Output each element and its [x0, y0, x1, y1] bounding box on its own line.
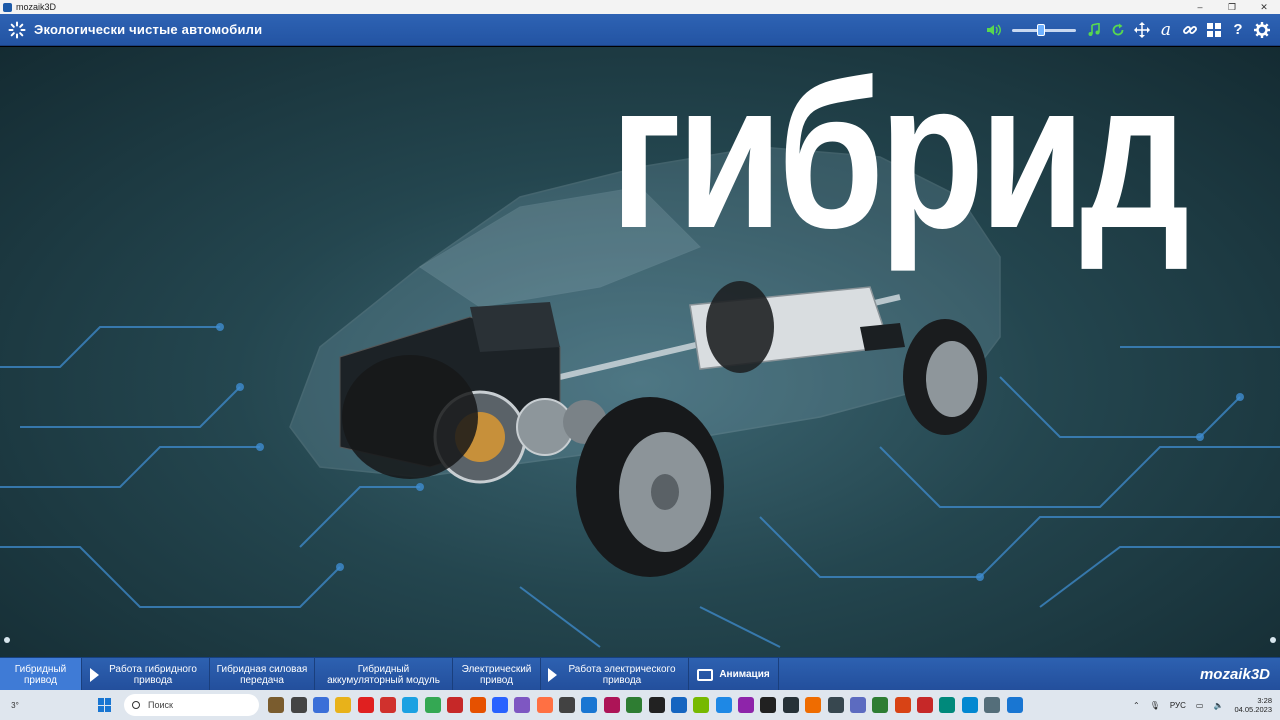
chevron-up-icon[interactable]: ⌃ [1133, 701, 1140, 710]
taskbar-app-icon[interactable] [402, 697, 419, 713]
taskbar-app-icon[interactable] [827, 697, 844, 713]
page-title: Экологически чистые автомобили [34, 22, 263, 37]
taskbar-app-icon[interactable] [603, 697, 620, 713]
windows-start-icon[interactable] [98, 698, 112, 712]
music-icon[interactable] [1082, 18, 1106, 42]
play-icon [548, 667, 557, 682]
tab-label: Гибридный привод [14, 663, 67, 686]
minimize-button[interactable]: – [1184, 0, 1216, 14]
scene-headline: гибрид [610, 47, 1190, 272]
taskbar-app-icon[interactable] [805, 697, 822, 713]
help-icon[interactable]: ? [1226, 18, 1250, 42]
taskbar-app-icon[interactable] [626, 697, 643, 713]
taskbar-app-icon[interactable] [782, 697, 799, 713]
language-indicator[interactable]: РУС [1170, 701, 1186, 710]
taskbar-app-icon[interactable] [447, 697, 464, 713]
tab-label: Гибридный аккумуляторный модуль [327, 663, 440, 686]
taskbar-app-icon[interactable] [917, 697, 934, 713]
weather-widget[interactable]: 3° [0, 701, 30, 710]
tab-label: Гибридная силовая передача [216, 663, 308, 686]
tab-label: Работа гибридного привода [109, 663, 197, 686]
window-titlebar: mozaik3D – ❐ ✕ [0, 0, 1280, 14]
volume-slider-knob[interactable] [1037, 23, 1046, 36]
taskbar-app-icon[interactable] [290, 697, 307, 713]
taskbar-app-icon[interactable] [961, 697, 978, 713]
tab-label: Электрический привод [461, 663, 532, 686]
taskbar-apps [265, 697, 1026, 713]
taskbar-app-icon[interactable] [1006, 697, 1023, 713]
taskbar-app-icon[interactable] [939, 697, 956, 713]
system-tray: ⌃ 🎙 РУС ▭ 🔈 3:28 04.05.2023 [1128, 696, 1280, 714]
search-icon [132, 701, 140, 709]
link-icon[interactable] [1178, 18, 1202, 42]
taskbar-app-icon[interactable] [849, 697, 866, 713]
scene-nav-dot-left[interactable] [4, 637, 10, 643]
taskbar-app-icon[interactable] [357, 697, 374, 713]
clock-time: 3:28 [1257, 696, 1272, 705]
scene-nav-dot-right[interactable] [1270, 637, 1276, 643]
tab-electric-drive[interactable]: Электрический привод [453, 658, 541, 691]
tab-animation[interactable]: Анимация [689, 658, 779, 691]
tab-hybrid-drive-operation[interactable]: Работа гибридного привода [82, 658, 210, 691]
maximize-button[interactable]: ❐ [1216, 0, 1248, 14]
search-placeholder: Поиск [148, 700, 173, 710]
taskbar-app-icon[interactable] [335, 697, 352, 713]
taskbar-app-icon[interactable] [514, 697, 531, 713]
tab-hybrid-drive[interactable]: Гибридный привод [0, 658, 82, 691]
grid-icon[interactable] [1202, 18, 1226, 42]
taskbar-app-icon[interactable] [670, 697, 687, 713]
taskbar-app-icon[interactable] [760, 697, 777, 713]
clock-date: 04.05.2023 [1234, 705, 1272, 714]
taskbar-app-icon[interactable] [268, 697, 285, 713]
toolbar: a ? [982, 14, 1280, 46]
tab-label: Работа электрического привода [568, 663, 676, 686]
volume-icon[interactable]: 🔈 [1213, 701, 1223, 710]
taskbar-app-icon[interactable] [872, 697, 889, 713]
taskbar-app-icon[interactable] [469, 697, 486, 713]
taskbar-app-icon[interactable] [559, 697, 576, 713]
taskbar-app-icon[interactable] [738, 697, 755, 713]
taskbar-app-icon[interactable] [984, 697, 1001, 713]
window-controls: – ❐ ✕ [1184, 0, 1280, 14]
taskbar-app-icon[interactable] [312, 697, 329, 713]
taskbar-search[interactable]: Поиск [124, 694, 259, 716]
tab-electric-drive-operation[interactable]: Работа электрического привода [541, 658, 689, 691]
close-button[interactable]: ✕ [1248, 0, 1280, 14]
taskbar-app-icon[interactable] [491, 697, 508, 713]
microphone-icon[interactable]: 🎙 [1150, 701, 1160, 710]
volume-slider[interactable] [1012, 21, 1076, 39]
reset-icon[interactable] [1106, 18, 1130, 42]
taskbar-app-icon[interactable] [715, 697, 732, 713]
gear-icon[interactable] [1250, 18, 1274, 42]
spinner-icon[interactable] [8, 21, 26, 39]
app-header: Экологически чистые автомобили a ? [0, 14, 1280, 46]
move-icon[interactable] [1130, 18, 1154, 42]
taskbar-app-icon[interactable] [424, 697, 441, 713]
window-title: mozaik3D [16, 2, 57, 12]
taskbar-app-icon[interactable] [648, 697, 665, 713]
taskbar-app-icon[interactable] [536, 697, 553, 713]
tv-icon [697, 668, 714, 681]
play-icon [90, 667, 99, 682]
speaker-icon[interactable] [982, 18, 1006, 42]
clock[interactable]: 3:28 04.05.2023 [1234, 696, 1272, 714]
tab-label: Анимация [719, 669, 770, 680]
tab-hybrid-powertrain[interactable]: Гибридная силовая передача [210, 658, 315, 691]
mozaik-app-icon [3, 2, 12, 12]
os-taskbar: 3° Поиск ⌃ 🎙 РУС ▭ 🔈 3:28 04.05.2023 [0, 690, 1280, 720]
taskbar-app-icon[interactable] [894, 697, 911, 713]
taskbar-app-icon[interactable] [380, 697, 397, 713]
text-icon[interactable]: a [1154, 18, 1178, 42]
tab-hybrid-battery-module[interactable]: Гибридный аккумуляторный модуль [315, 658, 453, 691]
network-icon[interactable]: ▭ [1196, 701, 1204, 710]
scene-tab-bar: Гибридный привод Работа гибридного приво… [0, 657, 1280, 691]
scene-viewport[interactable]: гибрид [0, 47, 1280, 657]
mozaik3d-logo: mozaik3D [1199, 665, 1270, 683]
taskbar-app-icon[interactable] [581, 697, 598, 713]
taskbar-app-icon[interactable] [693, 697, 710, 713]
